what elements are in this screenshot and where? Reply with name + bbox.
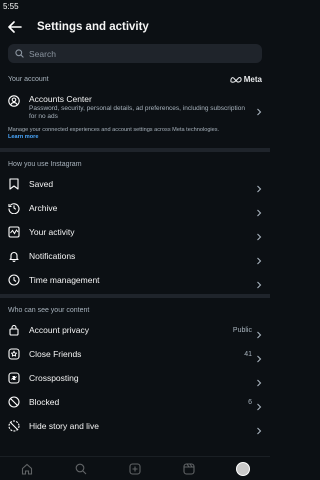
row-label: Archive	[29, 203, 58, 213]
lock-icon	[8, 324, 20, 336]
settings-row-blocked[interactable]: Blocked 6	[0, 390, 270, 414]
settings-row-account-privacy[interactable]: Account privacy Public	[0, 318, 270, 342]
star-icon	[8, 348, 20, 360]
settings-row-time-management[interactable]: Time management	[0, 268, 270, 292]
bookmark-icon	[8, 178, 20, 190]
chevron-right-icon	[256, 398, 262, 411]
chevron-right-icon	[256, 276, 262, 289]
accounts-center-title: Accounts Center	[29, 94, 92, 104]
clock-icon	[8, 274, 20, 286]
search-icon[interactable]	[74, 462, 88, 476]
hide-story-icon	[8, 420, 20, 432]
settings-row-archive[interactable]: Archive	[0, 196, 270, 220]
reels-icon[interactable]	[182, 462, 196, 476]
chevron-right-icon	[256, 103, 262, 116]
settings-row-saved[interactable]: Saved	[0, 172, 270, 196]
settings-row-close-friends[interactable]: Close Friends 41	[0, 342, 270, 366]
bell-icon	[8, 250, 20, 262]
chevron-right-icon	[256, 204, 262, 217]
row-label: Saved	[29, 179, 54, 189]
accounts-center-subtitle: Password, security, personal details, ad…	[29, 105, 245, 120]
search-input[interactable]: Search	[8, 44, 262, 63]
activity-icon	[8, 226, 20, 238]
accounts-center-icon	[8, 94, 20, 112]
status-bar: 5:55	[0, 0, 270, 14]
header: Settings and activity	[0, 14, 270, 40]
crosspost-icon	[8, 372, 20, 384]
chevron-right-icon	[256, 374, 262, 387]
row-label: Your activity	[29, 227, 75, 237]
search-icon	[15, 45, 24, 63]
row-label: Notifications	[29, 251, 76, 261]
chevron-right-icon	[256, 350, 262, 363]
section-divider	[0, 148, 270, 152]
settings-row-hide-story[interactable]: Hide story and live	[0, 414, 270, 438]
chevron-right-icon	[256, 228, 262, 241]
settings-row-notifications[interactable]: Notifications	[0, 244, 270, 268]
page-title: Settings and activity	[37, 21, 149, 33]
back-arrow-icon[interactable]	[7, 19, 23, 35]
chevron-right-icon	[256, 252, 262, 265]
home-icon[interactable]	[20, 462, 34, 476]
settings-row-your-activity[interactable]: Your activity	[0, 220, 270, 244]
accounts-center-row[interactable]: Accounts Center Password, security, pers…	[0, 86, 270, 121]
section-divider	[0, 294, 270, 298]
section-label-your-account: Your account	[8, 75, 49, 83]
section-label-how-you-use: How you use Instagram	[8, 161, 82, 168]
meta-logo: Meta	[230, 75, 262, 84]
status-time: 5:55	[3, 2, 19, 11]
row-label: Blocked	[29, 397, 60, 407]
settings-row-crossposting[interactable]: Crossposting	[0, 366, 270, 390]
who-can-see-list: Account privacy Public Close Friends 41 …	[0, 318, 270, 438]
meta-infinity-icon	[230, 76, 242, 83]
row-label: Close Friends	[29, 349, 82, 359]
row-value: 6	[248, 398, 252, 406]
row-value: Public	[232, 326, 252, 334]
archive-icon	[8, 202, 20, 214]
row-value: 41	[244, 350, 252, 358]
profile-avatar[interactable]	[236, 461, 250, 476]
chevron-right-icon	[256, 326, 262, 339]
learn-more-link[interactable]: Learn more	[0, 134, 270, 140]
create-icon[interactable]	[128, 462, 142, 476]
row-label: Crossposting	[29, 373, 79, 383]
search-placeholder: Search	[29, 48, 56, 59]
row-label: Time management	[29, 275, 100, 285]
blocked-icon	[8, 396, 20, 408]
manage-accounts-text: Manage your connected experiences and ac…	[8, 127, 220, 133]
meta-brand-text: Meta	[243, 74, 262, 84]
section-label-who-can-see: Who can see your content	[8, 307, 90, 314]
chevron-right-icon	[256, 422, 262, 435]
row-label: Account privacy	[29, 325, 89, 335]
how-you-use-list: Saved Archive Your activity Notification…	[0, 172, 270, 292]
bottom-nav	[0, 456, 270, 480]
chevron-right-icon	[256, 180, 262, 193]
your-account-header: Your account Meta	[0, 72, 270, 86]
row-label: Hide story and live	[29, 421, 99, 431]
